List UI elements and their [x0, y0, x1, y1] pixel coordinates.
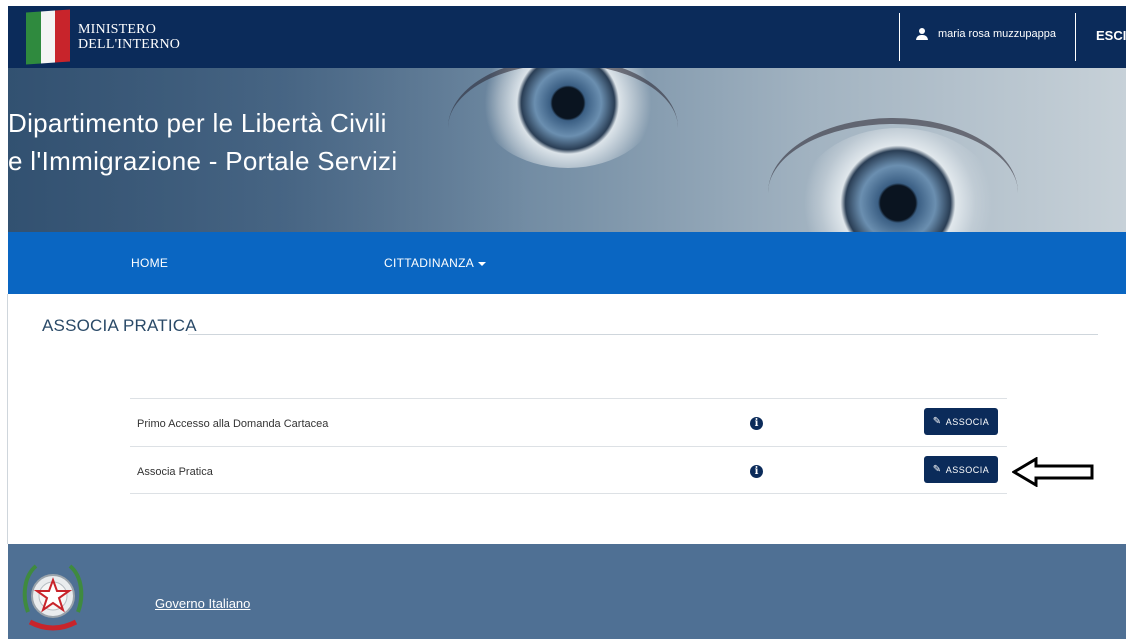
ministry-line-1: MINISTERO	[78, 22, 157, 37]
associa-button-label: ASSOCIA	[945, 416, 990, 427]
table-row: Associa Pratica i ✎ ASSOCIA	[130, 446, 1007, 494]
footer: Governo Italiano	[8, 544, 1126, 639]
hero-eyelid-right	[768, 118, 1018, 232]
nav-item-home-label: HOME	[131, 256, 169, 270]
associa-button-label: ASSOCIA	[945, 464, 990, 475]
pencil-icon: ✎	[932, 416, 942, 427]
top-bar: MINISTERO DELL'INTERNO maria rosa muzzup…	[8, 6, 1126, 68]
row-label: Associa Pratica	[137, 466, 213, 478]
nav-item-cittadinanza[interactable]: CITTADINANZA	[384, 256, 487, 270]
nav-item-home[interactable]: HOME	[131, 256, 168, 270]
user-icon	[916, 28, 928, 40]
annotation-arrow-icon	[1012, 457, 1094, 487]
italian-flag-logo	[26, 9, 71, 65]
ministry-line-2: DELL'INTERNO	[78, 37, 181, 52]
user-menu[interactable]: maria rosa muzzupappa	[916, 28, 1056, 40]
ministry-logo-text[interactable]: MINISTERO DELL'INTERNO	[78, 22, 180, 52]
topbar-divider	[899, 13, 900, 61]
topbar-divider	[1075, 13, 1076, 61]
section-divider	[188, 334, 1098, 335]
associa-button[interactable]: ✎ ASSOCIA	[924, 408, 998, 435]
hero-banner: Dipartimento per le Libertà Civili e l'I…	[8, 68, 1126, 232]
hero-title: Dipartimento per le Libertà Civili e l'I…	[8, 104, 397, 180]
table-row: Primo Accesso alla Domanda Cartacea i ✎ …	[130, 398, 1007, 446]
info-icon[interactable]: i	[750, 417, 763, 430]
section-title: ASSOCIA PRATICA	[42, 316, 197, 335]
row-label: Primo Accesso alla Domanda Cartacea	[137, 418, 329, 430]
pratiche-table: Primo Accesso alla Domanda Cartacea i ✎ …	[130, 398, 1007, 494]
hero-title-line-1: Dipartimento per le Libertà Civili	[8, 108, 387, 138]
nav-item-cittadinanza-label: CITTADINANZA	[384, 256, 475, 270]
pencil-icon: ✎	[932, 464, 942, 475]
logout-button[interactable]: ESCI	[1096, 28, 1126, 43]
governo-italiano-link[interactable]: Governo Italiano	[155, 596, 250, 611]
user-name: maria rosa muzzupappa	[938, 28, 1057, 40]
italian-emblem-icon	[22, 564, 84, 631]
main-nav: HOME CITTADINANZA	[8, 232, 1126, 294]
hero-title-line-2: e l'Immigrazione - Portale Servizi	[8, 146, 398, 176]
info-icon[interactable]: i	[750, 465, 763, 478]
chevron-down-icon	[478, 261, 487, 266]
associa-button[interactable]: ✎ ASSOCIA	[924, 456, 998, 483]
content-left-border	[7, 294, 8, 544]
